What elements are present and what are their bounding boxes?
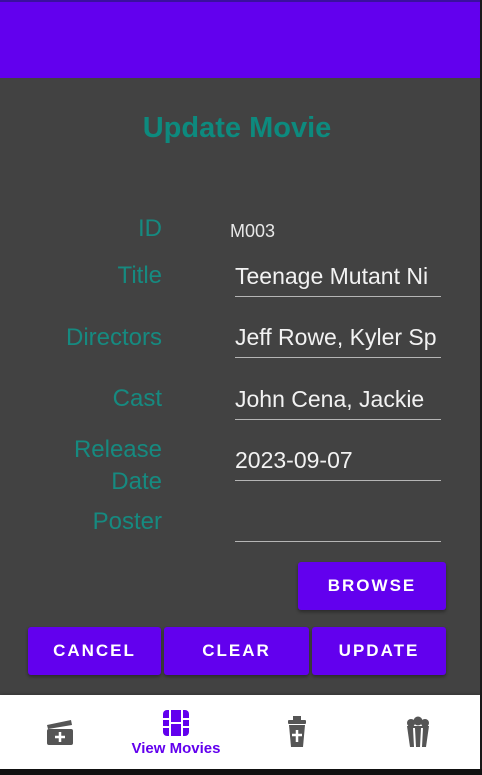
nav-delete-movie[interactable]	[237, 695, 357, 769]
poster-input[interactable]	[235, 501, 441, 541]
release-date-label-line2: Date	[111, 468, 162, 495]
id-value: M003	[230, 221, 276, 241]
delete-cup-icon	[288, 716, 306, 747]
cast-label: Cast	[112, 385, 162, 412]
add-movie-icon	[47, 720, 73, 745]
nav-view-movies-label: View Movies	[131, 739, 221, 757]
cast-field[interactable]	[235, 379, 441, 420]
release-date-input[interactable]	[235, 440, 441, 480]
clear-button[interactable]: CLEAR	[164, 627, 309, 675]
directors-input[interactable]	[235, 317, 441, 357]
poster-field[interactable]	[235, 501, 441, 542]
release-date-label-line1: Release	[73, 436, 162, 463]
directors-field[interactable]	[235, 317, 441, 358]
system-bottom-edge	[0, 769, 482, 775]
title-field[interactable]	[235, 256, 441, 297]
app-bar	[0, 0, 480, 78]
cast-input[interactable]	[235, 379, 441, 419]
poster-label: Poster	[92, 508, 162, 535]
release-date-field[interactable]	[235, 440, 441, 481]
popcorn-icon	[407, 716, 429, 748]
update-button[interactable]: UPDATE	[312, 627, 446, 675]
nav-popcorn[interactable]	[358, 695, 478, 769]
cancel-button[interactable]: CANCEL	[28, 627, 161, 675]
title-label: Title	[117, 262, 162, 289]
nav-add-movie[interactable]	[0, 695, 120, 769]
bottom-navigation: View Movies	[0, 695, 480, 769]
directors-label: Directors	[65, 324, 162, 351]
nav-view-movies[interactable]: View Movies	[116, 695, 236, 769]
browse-button[interactable]: BROWSE	[298, 562, 446, 610]
page-title: Update Movie	[142, 112, 332, 144]
id-label: ID	[138, 215, 162, 242]
title-input[interactable]	[235, 256, 441, 296]
view-movies-icon	[163, 709, 189, 736]
